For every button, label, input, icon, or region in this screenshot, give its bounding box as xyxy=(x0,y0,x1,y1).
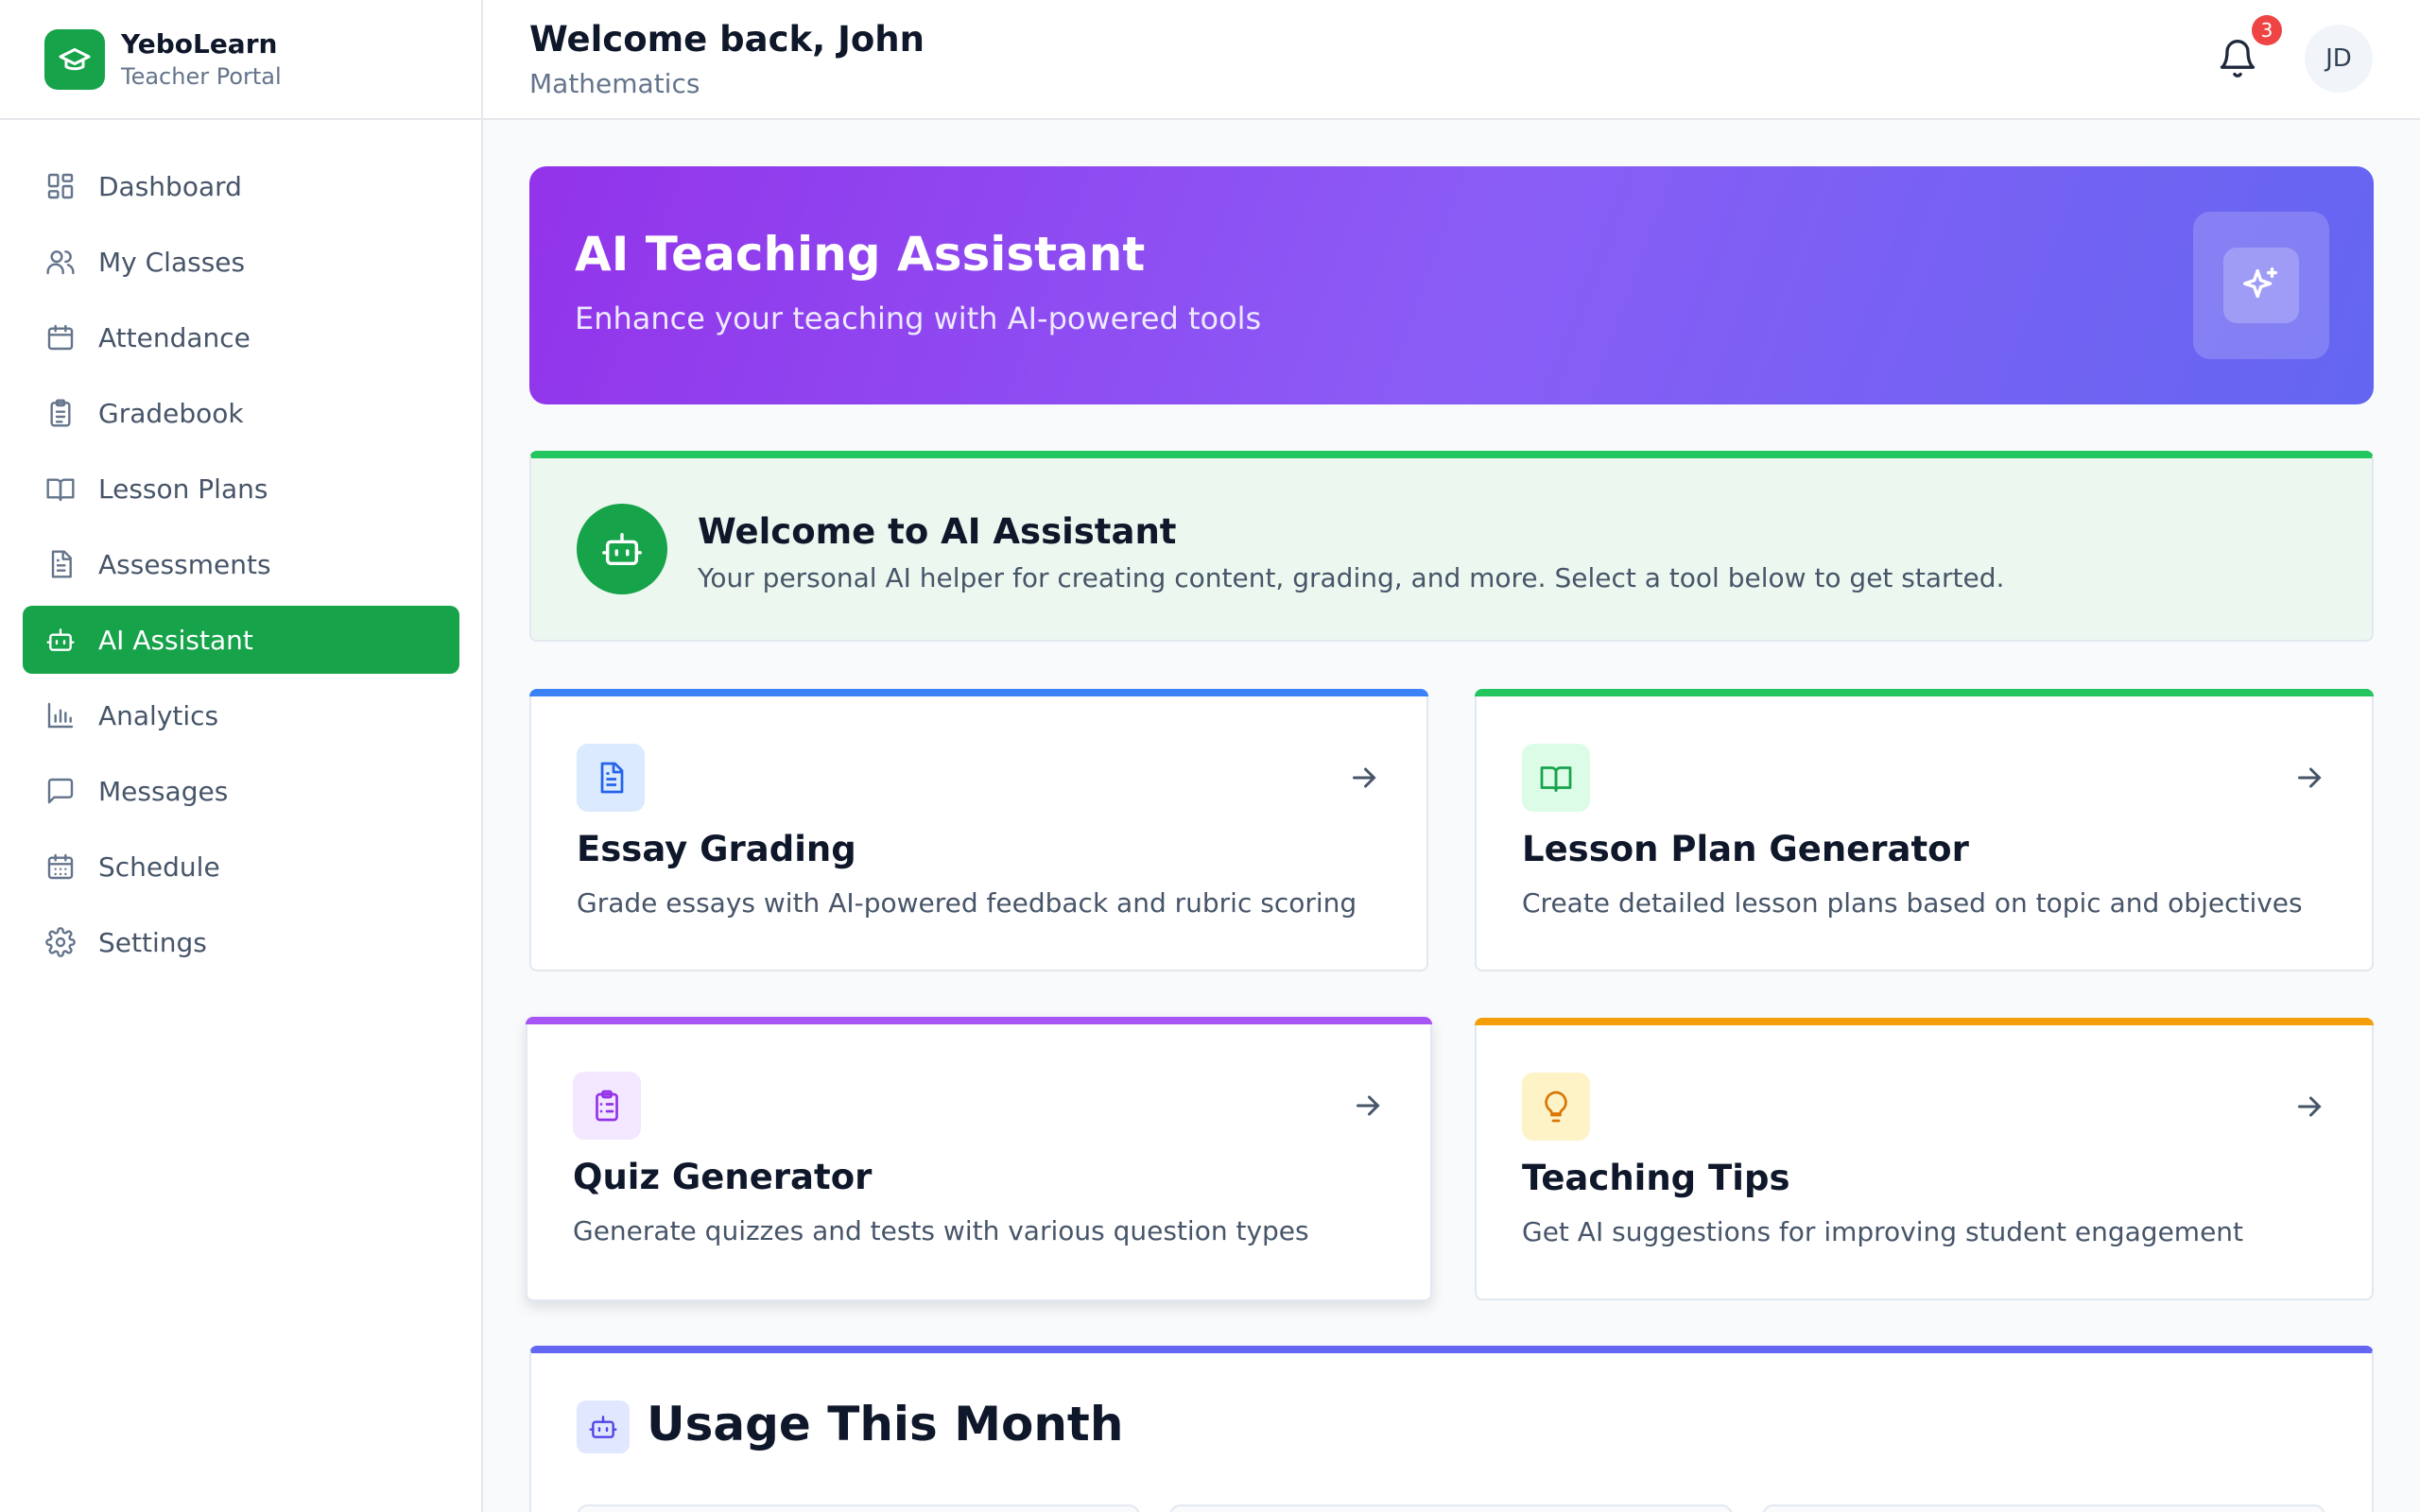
sidebar-item-label: Analytics xyxy=(98,699,219,731)
usage-stat-card xyxy=(1169,1504,1733,1512)
bar-chart-icon xyxy=(45,700,76,730)
sidebar-item-label: AI Assistant xyxy=(98,624,253,656)
card-accent-bar xyxy=(1475,1018,2374,1025)
notification-badge: 3 xyxy=(2252,15,2282,45)
tool-card-quiz-generator[interactable]: Quiz Generator Generate quizzes and test… xyxy=(526,1017,1432,1301)
page-title: Welcome back, John xyxy=(529,19,925,60)
sidebar-item-label: Schedule xyxy=(98,850,220,883)
book-icon xyxy=(45,473,76,504)
brand-name: YeboLearn xyxy=(121,27,278,60)
brand: YeboLearn Teacher Portal xyxy=(0,0,481,120)
tool-description: Get AI suggestions for improving student… xyxy=(1522,1216,2244,1247)
welcome-panel: Welcome to AI Assistant Your personal AI… xyxy=(529,451,2374,642)
tool-description: Create detailed lesson plans based on to… xyxy=(1522,887,2303,919)
sidebar-item-analytics[interactable]: Analytics xyxy=(23,681,459,749)
sidebar-item-dashboard[interactable]: Dashboard xyxy=(23,152,459,220)
graduation-cap-icon xyxy=(44,28,105,90)
tool-description: Grade essays with AI-powered feedback an… xyxy=(577,887,1357,919)
sidebar-item-lesson-plans[interactable]: Lesson Plans xyxy=(23,455,459,523)
clipboard-icon xyxy=(45,398,76,428)
sidebar-item-gradebook[interactable]: Gradebook xyxy=(23,379,459,447)
usage-stat-card xyxy=(1762,1504,2325,1512)
sidebar-item-ai-assistant[interactable]: AI Assistant xyxy=(23,606,459,674)
tool-title: Teaching Tips xyxy=(1522,1158,1790,1198)
welcome-description: Your personal AI helper for creating con… xyxy=(698,562,2005,593)
bot-icon xyxy=(577,504,667,594)
hero-icon-box xyxy=(2193,212,2329,359)
arrow-right-icon xyxy=(1347,761,1381,795)
sidebar-item-assessments[interactable]: Assessments xyxy=(23,530,459,598)
sidebar-nav: Dashboard My Classes Attendance Gradeboo… xyxy=(0,120,481,976)
message-icon xyxy=(45,776,76,806)
sidebar-item-my-classes[interactable]: My Classes xyxy=(23,228,459,296)
sidebar-item-schedule[interactable]: Schedule xyxy=(23,833,459,901)
sidebar-item-label: My Classes xyxy=(98,246,246,278)
sparkles-icon xyxy=(2223,248,2299,323)
arrow-right-icon xyxy=(2292,761,2326,795)
sidebar-item-label: Attendance xyxy=(98,321,251,353)
sidebar-item-label: Lesson Plans xyxy=(98,472,268,505)
hero-subtitle: Enhance your teaching with AI-powered to… xyxy=(575,301,1262,336)
hero-title: AI Teaching Assistant xyxy=(575,227,1146,282)
sidebar-item-settings[interactable]: Settings xyxy=(23,908,459,976)
hero-banner: AI Teaching Assistant Enhance your teach… xyxy=(529,166,2374,404)
tool-title: Quiz Generator xyxy=(573,1157,873,1197)
dashboard-icon xyxy=(45,171,76,201)
document-icon xyxy=(577,744,645,812)
bell-icon[interactable] xyxy=(2217,38,2258,79)
tool-card-teaching-tips[interactable]: Teaching Tips Get AI suggestions for imp… xyxy=(1475,1018,2374,1300)
book-open-icon xyxy=(1522,744,1590,812)
top-header: Welcome back, John Mathematics 3 JD xyxy=(483,0,2420,120)
usage-section: Usage This Month xyxy=(529,1346,2374,1512)
tool-title: Lesson Plan Generator xyxy=(1522,829,1969,869)
arrow-right-icon xyxy=(2292,1090,2326,1124)
sidebar-item-label: Settings xyxy=(98,926,207,958)
sidebar-item-label: Assessments xyxy=(98,548,271,580)
sidebar-item-label: Dashboard xyxy=(98,170,242,202)
card-accent-bar xyxy=(526,1017,1432,1024)
sidebar-item-label: Messages xyxy=(98,775,229,807)
calendar-icon xyxy=(45,322,76,352)
card-accent-bar xyxy=(529,689,1428,696)
sidebar-item-attendance[interactable]: Attendance xyxy=(23,303,459,371)
clipboard-list-icon xyxy=(573,1072,641,1140)
bot-icon xyxy=(45,625,76,655)
bot-icon xyxy=(577,1400,630,1453)
sidebar: YeboLearn Teacher Portal Dashboard My Cl… xyxy=(0,0,483,1512)
brand-subtitle: Teacher Portal xyxy=(121,62,282,90)
usage-stat-card xyxy=(577,1504,1140,1512)
arrow-right-icon xyxy=(1351,1089,1385,1123)
sidebar-item-messages[interactable]: Messages xyxy=(23,757,459,825)
page-subtitle: Mathematics xyxy=(529,68,700,99)
welcome-title: Welcome to AI Assistant xyxy=(698,511,1177,552)
card-accent-bar xyxy=(1475,689,2374,696)
tool-card-essay-grading[interactable]: Essay Grading Grade essays with AI-power… xyxy=(529,689,1428,971)
sidebar-item-label: Gradebook xyxy=(98,397,244,429)
tool-title: Essay Grading xyxy=(577,829,856,869)
tool-description: Generate quizzes and tests with various … xyxy=(573,1215,1309,1246)
calendar-grid-icon xyxy=(45,851,76,882)
document-icon xyxy=(45,549,76,579)
tool-card-lesson-plan-generator[interactable]: Lesson Plan Generator Create detailed le… xyxy=(1475,689,2374,971)
avatar[interactable]: JD xyxy=(2305,25,2373,93)
usage-title: Usage This Month xyxy=(647,1397,1124,1452)
lightbulb-icon xyxy=(1522,1073,1590,1141)
gear-icon xyxy=(45,927,76,957)
users-icon xyxy=(45,247,76,277)
